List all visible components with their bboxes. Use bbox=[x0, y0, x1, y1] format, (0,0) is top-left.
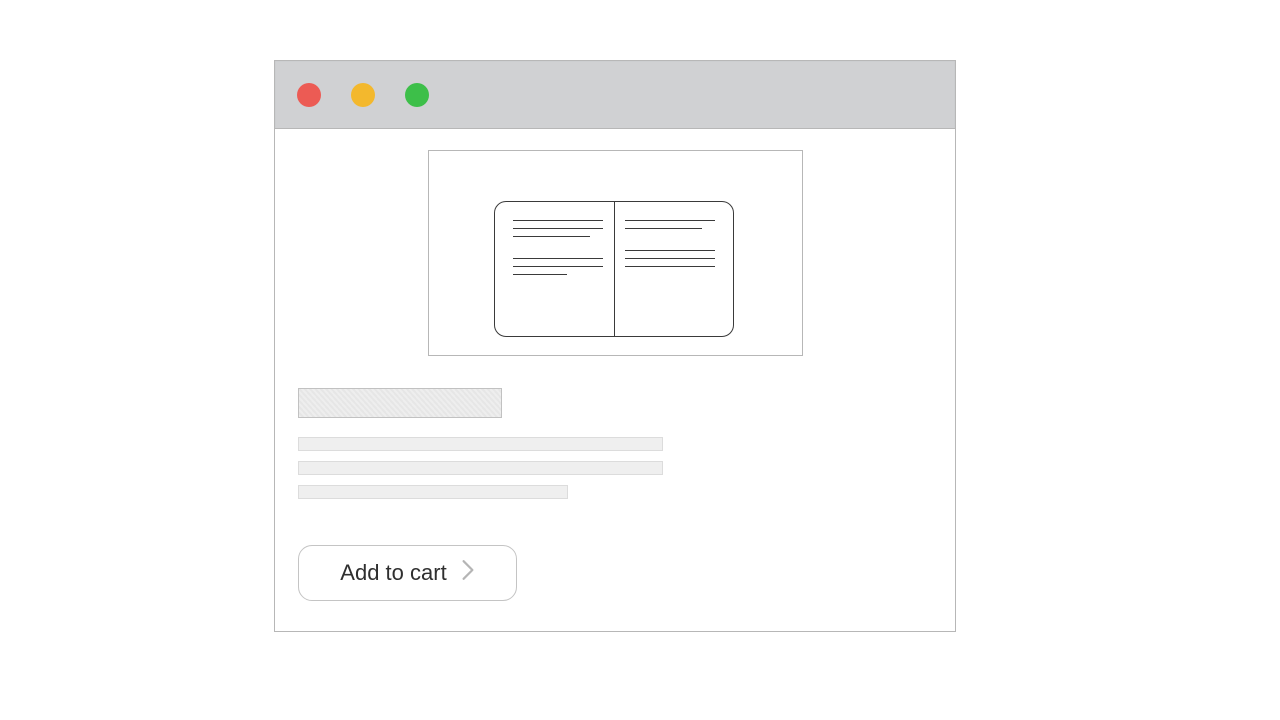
maximize-window-button[interactable] bbox=[405, 83, 429, 107]
product-image-frame bbox=[428, 150, 803, 356]
book-right-page bbox=[625, 220, 715, 318]
browser-window: Add to cart bbox=[274, 60, 956, 632]
product-description-line bbox=[298, 485, 568, 499]
book-left-page bbox=[513, 220, 603, 318]
product-description-line bbox=[298, 437, 663, 451]
minimize-window-button[interactable] bbox=[351, 83, 375, 107]
book-spine bbox=[614, 202, 615, 336]
window-controls bbox=[297, 83, 429, 107]
page-content: Add to cart bbox=[275, 129, 955, 631]
add-to-cart-button[interactable]: Add to cart bbox=[298, 545, 517, 601]
window-titlebar bbox=[275, 61, 955, 129]
book-icon bbox=[494, 201, 734, 337]
close-window-button[interactable] bbox=[297, 83, 321, 107]
chevron-right-icon bbox=[461, 559, 475, 587]
add-to-cart-label: Add to cart bbox=[340, 560, 446, 586]
product-description-line bbox=[298, 461, 663, 475]
product-title-placeholder bbox=[298, 388, 502, 418]
